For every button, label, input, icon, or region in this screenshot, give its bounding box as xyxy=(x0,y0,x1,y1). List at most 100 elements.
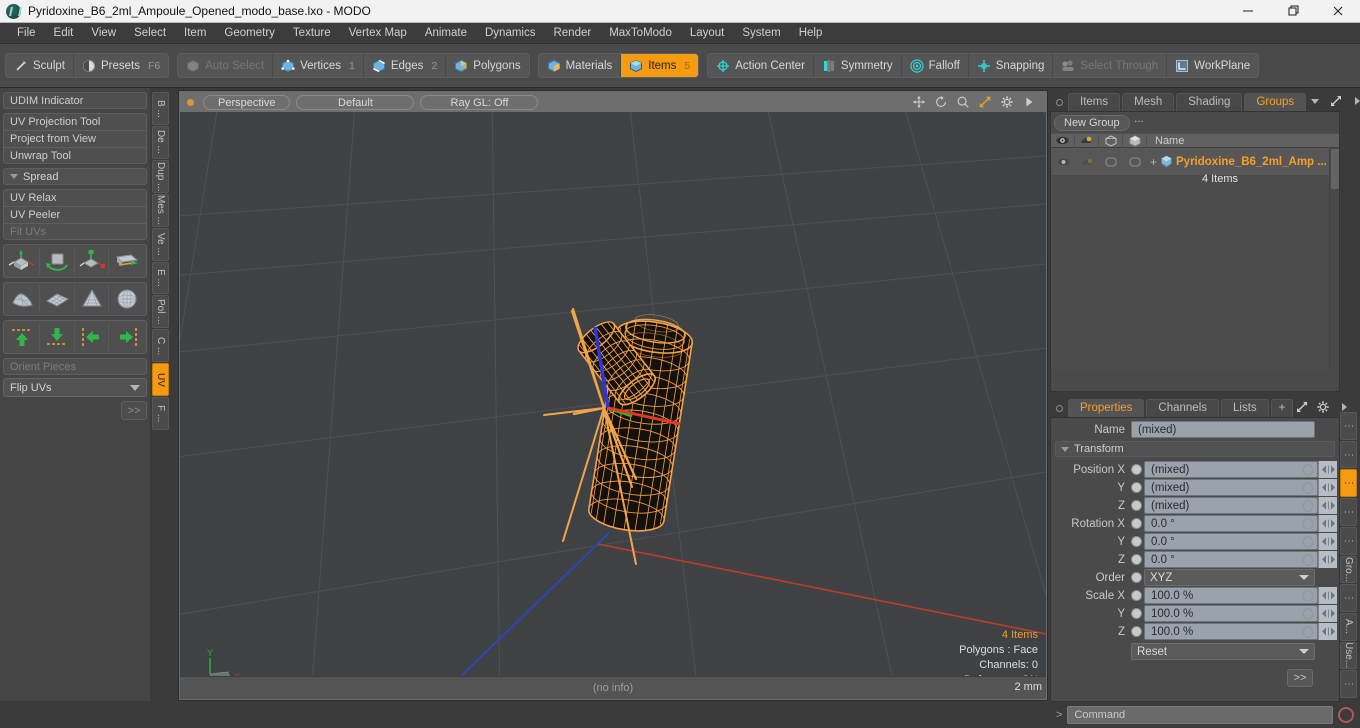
right-vtab-6[interactable]: ⋮ xyxy=(1340,584,1357,612)
unwrap-tool-button[interactable]: Unwrap Tool xyxy=(3,147,147,164)
polygons-button[interactable]: Polygons xyxy=(446,54,528,77)
move-view-icon[interactable] xyxy=(912,95,926,109)
shaded-icon[interactable] xyxy=(1123,133,1147,148)
right-vtab-4[interactable]: ⋮ xyxy=(1340,526,1357,555)
transform-field-2[interactable]: (mixed) xyxy=(1144,497,1318,514)
scale-field-2[interactable]: 100.0 % xyxy=(1144,623,1318,640)
scrollbar-thumb[interactable] xyxy=(1331,149,1339,189)
transform-spinner-4[interactable] xyxy=(1318,533,1337,550)
falloff-button[interactable]: Falloff xyxy=(902,54,969,77)
right-vtab-8[interactable]: Use... xyxy=(1340,641,1357,670)
menu-animate[interactable]: Animate xyxy=(416,23,476,44)
right-vtab-7[interactable]: A... xyxy=(1340,612,1357,641)
action-center-button[interactable]: Action Center xyxy=(708,54,814,77)
table-row[interactable]: + Pyridoxine_B6_2ml_Amp ... xyxy=(1051,148,1339,176)
wireframe-icon[interactable] xyxy=(1099,133,1123,148)
order-select[interactable]: XYZ xyxy=(1144,569,1315,586)
record-icon[interactable] xyxy=(1338,707,1354,723)
order-channel-dot[interactable] xyxy=(1131,572,1142,583)
reset-select[interactable]: Reset xyxy=(1131,643,1315,660)
scale-field-0[interactable]: 100.0 % xyxy=(1144,587,1318,604)
transform-field-1[interactable]: (mixed) xyxy=(1144,479,1318,496)
align-bottom-icon[interactable] xyxy=(40,323,75,351)
scale-channel-dot-0[interactable] xyxy=(1131,590,1142,601)
new-group-button[interactable]: New Group xyxy=(1054,115,1130,131)
right-vtab-3[interactable]: ⋮ xyxy=(1340,498,1357,526)
right-vtab-1[interactable]: ⋮ xyxy=(1340,440,1357,469)
left-vtab-0[interactable]: B ... xyxy=(152,92,169,125)
viewport-3d-canvas[interactable]: 4 Items Polygons : Face Channels: 0 Defo… xyxy=(180,112,1046,699)
flip-uvs-select[interactable]: Flip UVs xyxy=(3,378,147,397)
left-vtab-5[interactable]: E ... xyxy=(152,261,169,295)
items-button[interactable]: Items 5 xyxy=(621,54,699,77)
vertices-button[interactable]: Vertices 1 xyxy=(273,54,364,77)
tab-add[interactable]: + xyxy=(1270,399,1294,417)
menu-layout[interactable]: Layout xyxy=(681,23,734,44)
scale-channel-dot-1[interactable] xyxy=(1131,608,1142,619)
transform-channel-dot-5[interactable] xyxy=(1131,554,1142,565)
left-vtab-1[interactable]: De ... xyxy=(152,125,169,159)
uv-grid-icon[interactable] xyxy=(40,285,75,313)
left-vtab-4[interactable]: Ve ... xyxy=(152,227,169,261)
edges-button[interactable]: Edges 2 xyxy=(364,54,447,77)
left-vtab-2[interactable]: Dup ... xyxy=(152,159,169,193)
row-eye-icon[interactable] xyxy=(1051,148,1075,176)
scale-channel-dot-2[interactable] xyxy=(1131,626,1142,637)
transform-field-0[interactable]: (mixed) xyxy=(1144,461,1318,478)
select-through-button[interactable]: Select Through xyxy=(1053,54,1168,77)
menu-item[interactable]: Item xyxy=(175,23,215,44)
uv-move-icon[interactable] xyxy=(6,247,40,275)
scale-field-1[interactable]: 100.0 % xyxy=(1144,605,1318,622)
properties-more-button[interactable]: >> xyxy=(1287,669,1313,687)
snapping-button[interactable]: Snapping xyxy=(969,54,1054,77)
scale-spinner-0[interactable] xyxy=(1318,587,1337,604)
transform-field-3[interactable]: 0.0 ° xyxy=(1144,515,1318,532)
menu-render[interactable]: Render xyxy=(544,23,600,44)
udim-indicator-button[interactable]: UDIM Indicator xyxy=(3,92,147,109)
uv-scale-icon[interactable] xyxy=(75,247,110,275)
transform-spinner-2[interactable] xyxy=(1318,497,1337,514)
gear-icon[interactable] xyxy=(1000,95,1014,109)
menu-maxtomodo[interactable]: MaxToModo xyxy=(600,23,681,44)
chevron-right-icon[interactable] xyxy=(1350,94,1360,108)
workplane-button[interactable]: WorkPlane xyxy=(1167,54,1258,77)
right-vtab-5[interactable]: Gro... xyxy=(1340,555,1357,584)
transform-spinner-5[interactable] xyxy=(1318,551,1337,568)
align-top-icon[interactable] xyxy=(6,323,40,351)
name-field[interactable]: (mixed) xyxy=(1131,421,1315,438)
row-shade-toggle[interactable] xyxy=(1123,148,1147,176)
tab-lists[interactable]: Lists xyxy=(1221,399,1269,417)
transform-field-4[interactable]: 0.0 ° xyxy=(1144,533,1318,550)
left-vtab-3[interactable]: Mes ... xyxy=(152,193,169,227)
chevron-down-icon[interactable] xyxy=(1308,94,1322,108)
render-icon[interactable] xyxy=(1075,133,1099,148)
transform-spinner-3[interactable] xyxy=(1318,515,1337,532)
maximize-button[interactable] xyxy=(1270,0,1315,23)
tab-mesh[interactable]: Mesh ... xyxy=(1122,93,1175,125)
menu-select[interactable]: Select xyxy=(125,23,175,44)
zoom-view-icon[interactable] xyxy=(956,95,970,109)
menu-system[interactable]: System xyxy=(733,23,789,44)
transform-spinner-0[interactable] xyxy=(1318,461,1337,478)
transform-channel-dot-2[interactable] xyxy=(1131,500,1142,511)
uv-cone-icon[interactable] xyxy=(75,285,110,313)
uv-projection-tool-button[interactable]: UV Projection Tool xyxy=(3,113,147,130)
transform-field-5[interactable]: 0.0 ° xyxy=(1144,551,1318,568)
menu-file[interactable]: File xyxy=(8,23,45,44)
groups-list-scrollbar[interactable] xyxy=(1329,148,1339,370)
scale-spinner-1[interactable] xyxy=(1318,605,1337,622)
transform-channel-dot-0[interactable] xyxy=(1131,464,1142,475)
transform-spinner-1[interactable] xyxy=(1318,479,1337,496)
gear-icon[interactable] xyxy=(1316,400,1330,414)
tab-items[interactable]: Items xyxy=(1068,93,1121,111)
uv-fit-icon[interactable] xyxy=(6,285,40,313)
row-render-icon[interactable] xyxy=(1075,148,1099,176)
minimize-button[interactable] xyxy=(1225,0,1270,23)
symmetry-button[interactable]: Symmetry xyxy=(814,54,902,77)
tab-shading[interactable]: Shading xyxy=(1176,93,1243,111)
menu-edit[interactable]: Edit xyxy=(45,23,83,44)
left-vtab-6[interactable]: Pol ... xyxy=(152,295,169,329)
fit-view-icon[interactable] xyxy=(978,95,992,109)
row-expander[interactable]: + xyxy=(1147,155,1160,169)
chevron-right-icon[interactable] xyxy=(1022,95,1036,109)
